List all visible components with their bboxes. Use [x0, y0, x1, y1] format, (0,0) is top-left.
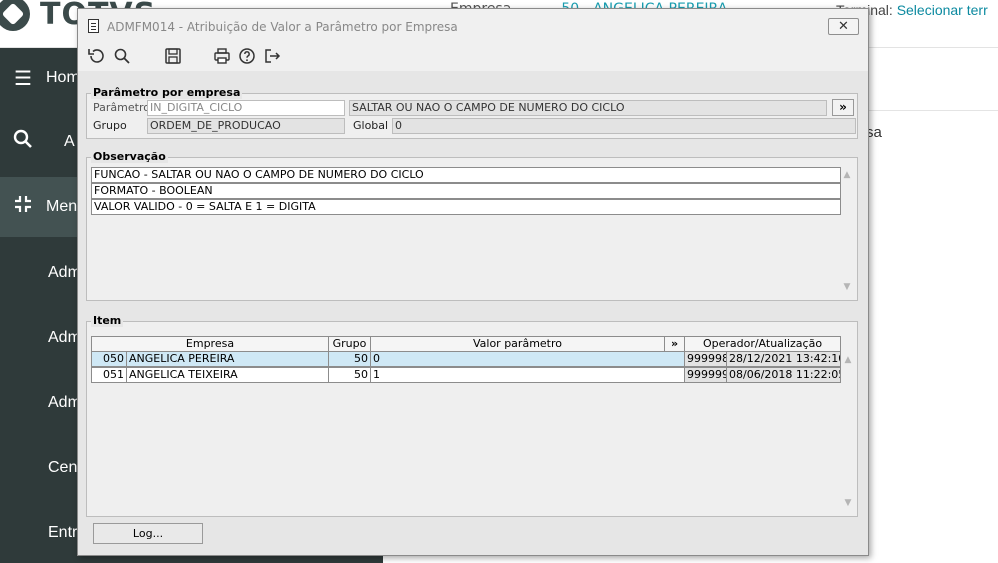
sidebar-item-label: A	[64, 133, 75, 150]
logo-icon	[0, 0, 30, 31]
help-icon[interactable]	[237, 47, 257, 67]
cell-empresa-code[interactable]: 050	[91, 351, 127, 367]
scroll-up-icon[interactable]: ▲	[841, 355, 855, 365]
grupo-field: ORDEM_DE_PRODUCAO	[147, 118, 345, 134]
save-icon[interactable]	[163, 47, 183, 67]
print-icon[interactable]	[212, 47, 232, 67]
observacao-line: FUNCAO - SALTAR OU NAO O CAMPO DE NUMERO…	[91, 167, 841, 183]
param-group: Parâmetro por empresa Parâmetro IN_DIGIT…	[86, 86, 858, 139]
parametro-expand-button[interactable]: »	[832, 99, 854, 116]
document-icon	[88, 19, 99, 33]
sidebar-item[interactable]: Adm	[48, 394, 81, 412]
cell-grupo[interactable]: 50	[328, 351, 371, 367]
param-group-title: Parâmetro por empresa	[91, 86, 243, 99]
hamburger-icon[interactable]: ☰	[0, 66, 46, 91]
item-group-title: Item	[91, 314, 124, 327]
cell-empresa-name[interactable]: ANGELICA TEIXEIRA	[126, 367, 329, 383]
toolbar	[78, 43, 868, 71]
column-header-valor[interactable]: Valor parâmetro	[370, 336, 665, 352]
cell-atualizacao: 28/12/2021 13:42:10	[726, 351, 841, 367]
scroll-up-icon[interactable]: ▲	[840, 170, 854, 180]
sidebar-item[interactable]: Adm	[48, 329, 81, 347]
collapse-icon[interactable]	[0, 194, 46, 220]
global-field: 0	[392, 118, 856, 134]
observacao-group: Observação FUNCAO - SALTAR OU NAO O CAMP…	[86, 150, 858, 301]
search-icon[interactable]	[0, 129, 46, 155]
dialog-title: ADMFM014 - Atribuição de Valor a Parâmet…	[107, 20, 458, 34]
cell-valor[interactable]: 0	[370, 351, 685, 367]
observacao-line: VALOR VALIDO - 0 = SALTA E 1 = DIGITA	[91, 199, 841, 215]
scroll-down-icon[interactable]: ▼	[840, 282, 854, 292]
cell-atualizacao: 08/06/2018 11:22:05	[726, 367, 841, 383]
close-button[interactable]: ✕	[828, 18, 859, 35]
observacao-line: FORMATO - BOOLEAN	[91, 183, 841, 199]
log-button[interactable]: Log...	[93, 523, 203, 544]
cell-operador: 999999	[684, 367, 727, 383]
parameter-dialog: ADMFM014 - Atribuição de Valor a Parâmet…	[77, 8, 869, 556]
cell-valor[interactable]: 1	[370, 367, 685, 383]
column-header-operador[interactable]: Operador/Atualização	[684, 336, 841, 352]
exit-icon[interactable]	[262, 47, 282, 67]
item-group: Item Empresa Grupo Valor parâmetro » Ope…	[86, 314, 858, 517]
log-button-label: Log...	[132, 527, 164, 540]
select-terminal-link[interactable]: Selecionar terr	[897, 2, 988, 18]
valor-expand-button[interactable]: »	[664, 336, 685, 352]
observacao-group-title: Observação	[91, 150, 168, 163]
undo-icon[interactable]	[86, 47, 106, 67]
column-header-grupo[interactable]: Grupo	[328, 336, 371, 352]
sidebar-item[interactable]: Adm	[48, 264, 81, 282]
cell-grupo[interactable]: 50	[328, 367, 371, 383]
dialog-titlebar[interactable]: ADMFM014 - Atribuição de Valor a Parâmet…	[78, 9, 868, 42]
dialog-client-area: Parâmetro por empresa Parâmetro IN_DIGIT…	[78, 71, 868, 555]
column-header-empresa[interactable]: Empresa	[91, 336, 329, 352]
cell-empresa-code[interactable]: 051	[91, 367, 127, 383]
cell-operador: 999998	[684, 351, 727, 367]
scroll-down-icon[interactable]: ▼	[841, 498, 855, 508]
parametro-description-field: SALTAR OU NAO O CAMPO DE NUMERO DO CICLO	[349, 100, 827, 116]
search-icon[interactable]	[112, 47, 132, 67]
sidebar-item[interactable]: Entr	[48, 524, 77, 542]
parametro-label: Parâmetro	[93, 101, 150, 114]
grupo-label: Grupo	[93, 119, 127, 132]
parametro-field[interactable]: IN_DIGITA_CICLO	[147, 100, 345, 116]
cell-empresa-name[interactable]: ANGELICA PEREIRA	[126, 351, 329, 367]
global-label: Global	[353, 119, 389, 132]
